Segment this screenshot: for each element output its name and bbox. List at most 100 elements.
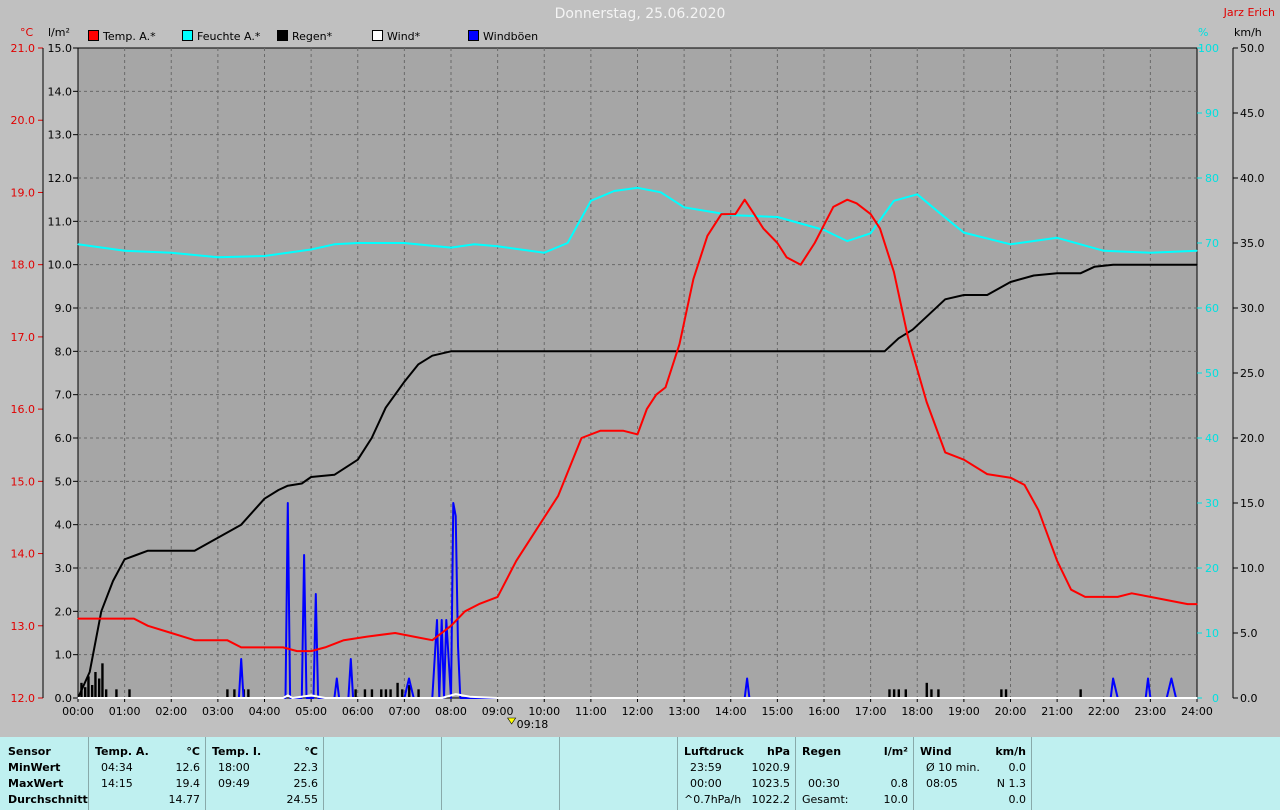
stats-value: 10.0 <box>883 793 909 806</box>
data-point-regen <box>911 329 914 331</box>
legend-item-rain: Regen* <box>277 30 332 43</box>
data-point-temp-a <box>846 199 848 201</box>
temp-axis-label: 12.0 <box>11 692 36 705</box>
data-point-regen <box>371 437 373 439</box>
data-point-temp-a <box>925 401 928 403</box>
data-point-temp-a <box>893 271 895 273</box>
data-point-temp-a <box>622 430 625 432</box>
author-label: Jarz Erich <box>1223 6 1275 19</box>
data-point-windb-en <box>350 658 352 660</box>
data-point-temp-a <box>1168 599 1170 602</box>
data-point-temp-a <box>744 199 746 201</box>
data-point-temp-a <box>856 202 858 204</box>
rain-bar <box>104 689 108 698</box>
temp-axis-label: 16.0 <box>11 403 36 416</box>
data-point-temp-a <box>664 386 667 389</box>
x-tick-label: 00:00 <box>62 705 94 718</box>
legend-swatch-gusts <box>468 30 479 41</box>
data-point-temp-a <box>655 394 657 396</box>
data-point-temp-a <box>1187 603 1189 605</box>
data-point-regen <box>193 550 196 552</box>
wind-axis-label: 25.0 <box>1240 367 1265 380</box>
data-point-wind <box>310 694 312 697</box>
data-point-temp-a <box>226 639 228 641</box>
data-point-regen <box>1112 264 1114 266</box>
data-point-temp-a <box>692 278 695 280</box>
stats-unit: °C <box>304 745 318 758</box>
rain-bar <box>370 689 374 698</box>
data-point-feuchte-a <box>217 256 219 258</box>
data-point-regen <box>89 671 91 673</box>
humidity-axis-label: 70 <box>1205 237 1219 250</box>
data-point-wind <box>469 696 471 698</box>
rain-bar <box>1079 689 1082 698</box>
data-point-regen <box>1056 272 1058 274</box>
stats-value: 22.3 <box>293 761 319 774</box>
data-point-temp-a <box>986 473 988 475</box>
data-point-windb-en <box>336 677 338 680</box>
x-tick-label: 01:00 <box>109 705 141 718</box>
data-point-temp-a <box>133 617 135 620</box>
data-point-temp-a <box>343 639 345 641</box>
data-point-feuchte-a <box>916 193 918 195</box>
stats-time: 23:59 <box>690 761 722 774</box>
stats-col-empty <box>323 737 442 810</box>
data-point-regen <box>963 294 965 296</box>
data-point-windb-en <box>315 593 317 595</box>
data-point-temp-a <box>431 639 433 641</box>
wind-axis-label: 15.0 <box>1240 497 1265 510</box>
data-point-temp-a <box>753 213 755 215</box>
stats-value: 0.0 <box>1008 761 1027 774</box>
data-point-regen <box>240 524 242 526</box>
rain-bar <box>115 689 118 698</box>
data-point-windb-en <box>240 658 242 660</box>
stats-value: 14.77 <box>168 793 201 806</box>
stats-value: 1022.2 <box>751 793 791 806</box>
rain-bar <box>892 689 896 698</box>
data-point-temp-a <box>762 227 764 230</box>
data-point-temp-a <box>1056 560 1058 562</box>
humidity-axis-label: 80 <box>1205 172 1219 185</box>
page-title: Donnerstag, 25.06.2020 <box>554 6 726 22</box>
humidity-axis-label: 60 <box>1205 302 1219 315</box>
rain-axis-label: 13.0 <box>48 129 73 142</box>
data-point-temp-a <box>706 235 709 237</box>
data-point-wind <box>291 697 294 699</box>
data-point-regen <box>944 298 946 300</box>
data-point-feuchte-a <box>566 242 569 244</box>
stats-value: 1023.5 <box>751 777 791 790</box>
data-point-feuchte-a <box>473 243 475 245</box>
temp-axis-label: 19.0 <box>11 186 36 199</box>
legend-label-humidity: Feuchte A.* <box>197 30 261 43</box>
data-point-temp-a <box>324 646 326 649</box>
data-point-temp-a <box>1103 596 1105 598</box>
data-point-temp-a <box>1196 603 1198 605</box>
data-point-windb-en <box>450 697 452 699</box>
data-point-temp-a <box>907 336 909 338</box>
data-point-regen <box>543 350 545 352</box>
data-point-feuchte-a <box>1009 243 1012 245</box>
stats-time: 08:05 <box>926 777 958 790</box>
rain-bar <box>1000 689 1003 698</box>
x-tick-label: 18:00 <box>901 705 933 718</box>
data-point-wind <box>77 697 79 699</box>
data-point-feuchte-a <box>963 232 965 234</box>
data-point-regen <box>147 550 149 552</box>
data-point-feuchte-a <box>1149 252 1151 254</box>
stats-row-label: MinWert <box>8 761 61 774</box>
wind-axis-label: 20.0 <box>1240 432 1265 445</box>
rain-axis-label: 1.0 <box>55 649 73 662</box>
data-point-windb-en <box>436 619 438 621</box>
data-point-temp-a <box>296 650 298 652</box>
stats-time: 09:49 <box>218 777 250 790</box>
data-point-temp-a <box>366 636 368 638</box>
data-point-regen <box>170 550 172 552</box>
data-point-feuchte-a <box>683 206 685 208</box>
data-point-temp-a <box>720 213 723 215</box>
rain-axis-label: 0.0 <box>55 692 73 705</box>
stats-col-pressure: Luftdruck hPa 23:59 1020.9 00:00 1023.5 … <box>677 737 796 810</box>
data-point-windb-en <box>312 697 315 699</box>
data-point-windb-en <box>408 677 410 680</box>
data-point-feuchte-a <box>636 187 639 189</box>
wind-axis-label: 0.0 <box>1240 692 1258 705</box>
